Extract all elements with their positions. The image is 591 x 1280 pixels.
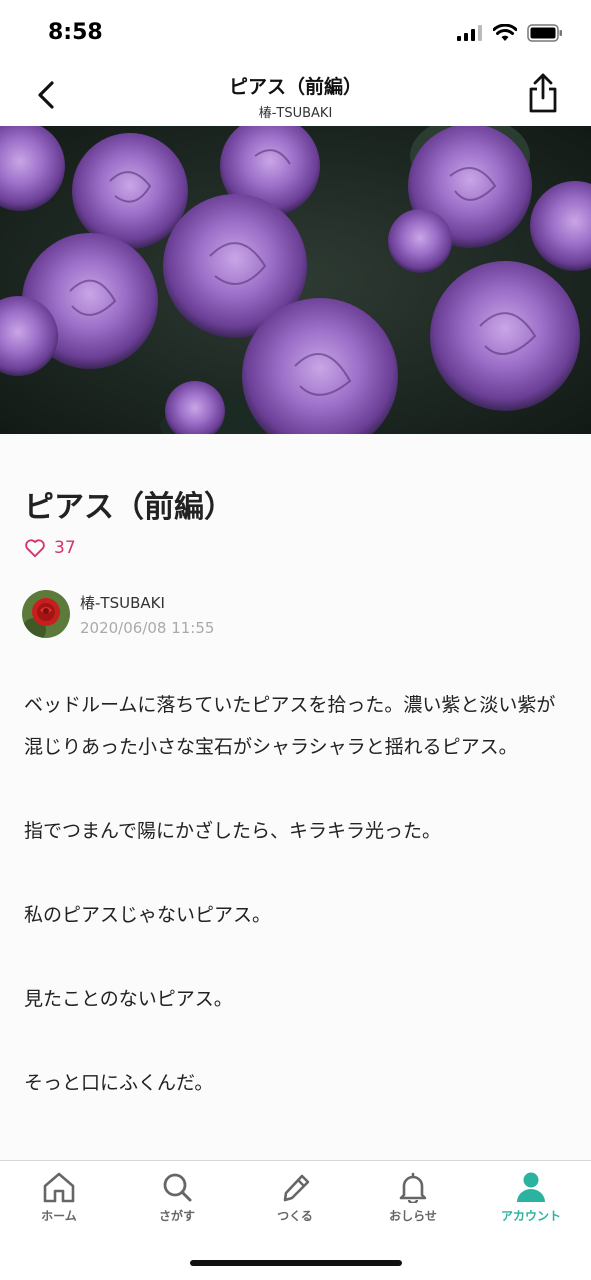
status-bar: 8:58 [0,0,591,64]
tab-label: ホーム [41,1209,77,1223]
tab-label: さがす [158,1209,195,1223]
nav-title: ピアス（前編） [228,76,362,98]
nav-subtitle: 椿-TSUBAKI [258,106,333,121]
tab-notifications[interactable]: おしらせ [354,1171,472,1231]
tab-account[interactable]: アカウント [472,1171,590,1231]
wifi-icon [493,24,517,41]
person-icon [517,1172,545,1202]
tab-label: おしらせ [389,1209,437,1223]
author-name: 椿-TSUBAKI [80,593,165,612]
heart-icon [25,539,45,558]
signal-icon [457,25,482,41]
status-icons [457,24,563,42]
home-icon [43,1172,75,1203]
post-date: 2020/06/08 11:55 [80,618,215,637]
paragraph: そっと口にふくんだ。 [24,1072,214,1094]
share-icon[interactable] [525,72,561,114]
author-avatar[interactable] [22,590,70,638]
pencil-icon [283,1174,310,1202]
tab-create[interactable]: つくる [236,1171,354,1231]
tab-label: つくる [277,1209,313,1223]
article-title: ピアス（前編） [24,490,234,525]
paragraph: 見たことのないピアス。 [24,988,233,1010]
like-count: 37 [54,538,76,558]
paragraph: 指でつまんで陽にかざしたら、キラキラ光った。 [24,820,442,842]
nav-bar: ピアス（前編） 椿-TSUBAKI [0,64,591,126]
search-icon [163,1173,192,1202]
like-button[interactable]: 37 [24,538,76,558]
author-info[interactable]: 椿-TSUBAKI 2020/06/08 11:55 [22,590,214,638]
article-content: ピアス（前編） 37 椿-TSUBAKI 2020/06/08 11:55 ベッ… [0,434,591,1160]
tab-label: アカウント [500,1209,561,1223]
paragraph: 私のピアスじゃないピアス。 [24,904,272,926]
paragraph: ベッドルームに落ちていたピアスを拾った。濃い紫と淡い紫が混じりあった小さな宝石が… [24,694,556,758]
bell-icon [399,1172,427,1203]
battery-icon [527,24,562,42]
article-body: ベッドルームに落ちていたピアスを拾った。濃い紫と淡い紫が混じりあった小さな宝石が… [24,684,569,1146]
home-indicator [190,1260,402,1266]
tab-home[interactable]: ホーム [0,1171,118,1231]
hero-image [0,126,591,434]
status-time: 8:58 [48,20,103,45]
tab-search[interactable]: さがす [118,1171,236,1231]
